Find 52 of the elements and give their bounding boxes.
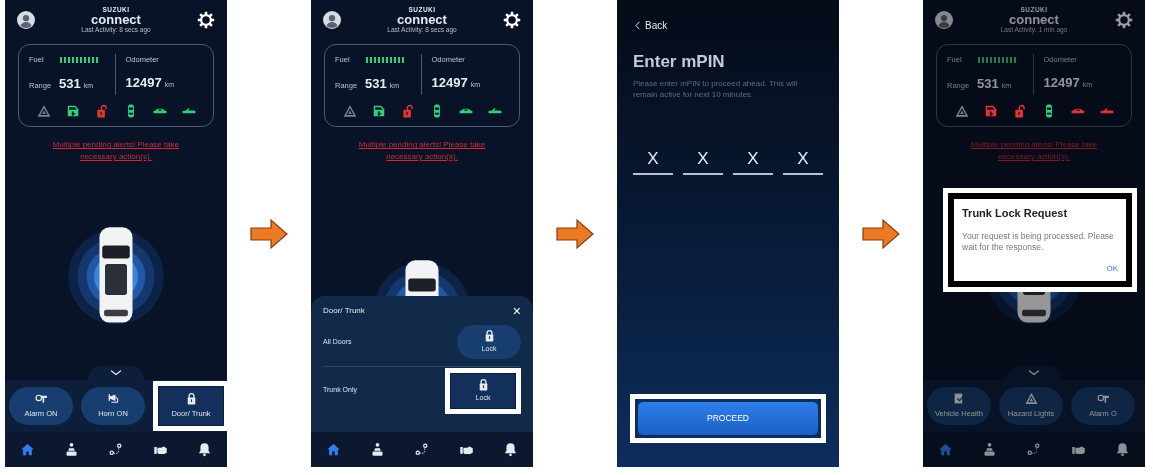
odometer-value: 12497 [1043, 75, 1080, 91]
settings-icon[interactable] [503, 11, 521, 29]
dialog-title: Trunk Lock Request [962, 206, 1069, 221]
range-value: 531 [365, 76, 387, 92]
pin-digit-field[interactable]: X [633, 145, 673, 176]
pin-digit-field[interactable]: X [683, 145, 723, 176]
driver-icon[interactable] [64, 442, 80, 457]
home-icon[interactable] [325, 442, 341, 457]
brand-name: connect [91, 13, 141, 26]
driver-icon[interactable] [370, 442, 386, 457]
avatar-icon[interactable] [323, 11, 341, 29]
pin-digit-field[interactable]: X [783, 145, 823, 176]
pin-digit-field[interactable]: X [733, 145, 773, 176]
driver-icon[interactable] [982, 442, 998, 457]
alert-link[interactable]: Multiple pending alerts! Please take necessary action(s). [36, 139, 196, 163]
settings-icon[interactable] [197, 11, 215, 29]
expand-handle[interactable] [1006, 366, 1062, 380]
settings-icon[interactable] [1115, 11, 1133, 29]
back-button[interactable]: Back [633, 18, 668, 33]
route-icon[interactable] [414, 442, 430, 457]
close-button[interactable]: × [512, 304, 521, 318]
horn-icon [106, 392, 120, 406]
proceed-button[interactable]: PROCEED [638, 402, 818, 435]
right-arrow-icon [249, 217, 289, 250]
alert-link[interactable]: Multiple pending alerts! Please take necessary action(s). [342, 139, 502, 163]
right-arrow-icon [555, 217, 595, 250]
ok-button[interactable]: OK [1106, 263, 1118, 276]
route-icon[interactable] [108, 442, 124, 457]
megaphone-icon [1096, 392, 1110, 406]
instruction-text: Please enter mPIN to proceed ahead. This will remain active for next 10 minutes. [633, 77, 799, 100]
sheet-title: Door/ Trunk [323, 305, 365, 317]
odometer-value: 12497 [125, 75, 162, 91]
odometer-value: 12497 [431, 75, 468, 91]
avatar-icon[interactable] [17, 11, 35, 29]
bell-icon[interactable] [1115, 442, 1131, 457]
range-value: 531 [59, 76, 81, 92]
dialog-message: Your request is being processed. Please wait for the response. [962, 230, 1115, 254]
range-value: 531 [977, 76, 999, 92]
bell-icon[interactable] [503, 442, 519, 457]
brand-name: connect [1009, 13, 1059, 26]
right-arrow-icon [861, 217, 901, 250]
avatar-icon[interactable] [935, 11, 953, 29]
home-icon[interactable] [19, 442, 35, 457]
chevron-left-icon [633, 21, 642, 30]
megaphone-icon [34, 392, 48, 406]
checklist-icon [952, 392, 966, 406]
warning-icon [1024, 392, 1038, 406]
bell-icon[interactable] [197, 442, 213, 457]
brand-name: connect [397, 13, 447, 26]
page-title: Enter mPIN [633, 51, 726, 73]
expand-handle[interactable] [88, 366, 144, 380]
route-icon[interactable] [1026, 442, 1042, 457]
